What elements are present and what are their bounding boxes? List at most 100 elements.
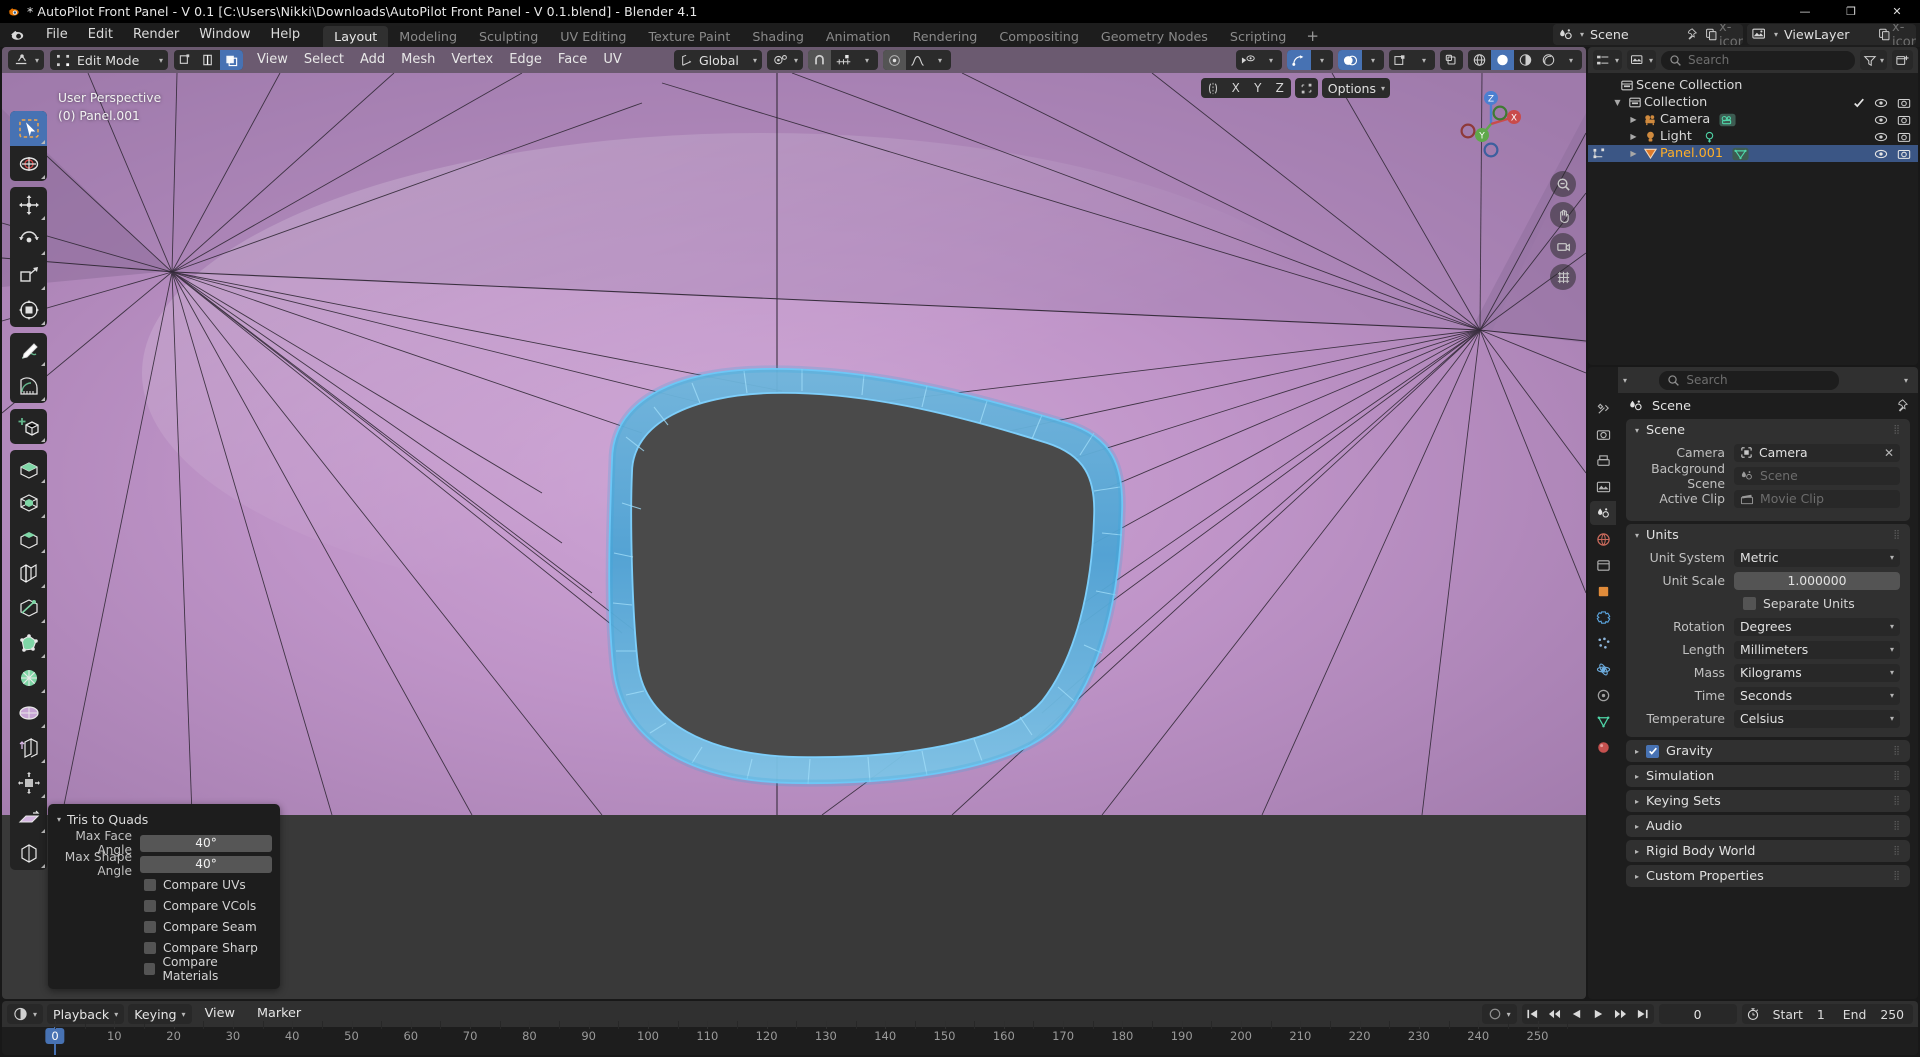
viewport-navigation-gizmo[interactable]: Z X Y	[1454, 87, 1528, 161]
toggle-xray-icon[interactable]	[1389, 50, 1413, 70]
shear-tool-icon[interactable]	[10, 800, 47, 835]
mirror-z-button[interactable]: Z	[1269, 78, 1291, 98]
tab-physics-properties[interactable]	[1590, 657, 1616, 681]
falloff-curve-icon[interactable]	[906, 50, 929, 70]
measure-tool-icon[interactable]	[10, 368, 47, 403]
timeline-scrubbing-area[interactable]: 0 10 20 30 40 50 60 70 80 90 100 110 120 130 140 150 160…	[2, 1027, 1918, 1055]
rotate-tool-icon[interactable]	[10, 222, 47, 257]
outliner-row-panel001[interactable]: ▶ Panel.001	[1588, 145, 1918, 162]
light-data-icon[interactable]	[1701, 130, 1718, 144]
unlink-scene-icon[interactable]: x-icon	[1719, 24, 1743, 45]
gravity-checkbox[interactable]	[1646, 744, 1660, 758]
hide-eye-icon[interactable]	[1874, 114, 1888, 126]
vertex-select-mode-icon[interactable]	[174, 50, 197, 70]
exclude-checkbox[interactable]	[1853, 97, 1865, 109]
face-select-mode-icon[interactable]	[220, 50, 244, 70]
tab-object-data-properties[interactable]	[1590, 709, 1616, 733]
max-face-angle-input[interactable]: 40°	[140, 834, 272, 852]
auto-merge-icon[interactable]	[1295, 78, 1318, 98]
camera-data-icon[interactable]	[1719, 113, 1736, 127]
wireframe-shading-icon[interactable]	[1468, 50, 1491, 70]
pan-hand-icon[interactable]	[1550, 202, 1576, 228]
compare-materials-checkbox[interactable]	[144, 963, 156, 975]
snap-magnet-icon[interactable]	[808, 50, 832, 70]
object-visibility-icon[interactable]	[1236, 50, 1260, 70]
dropdown-length[interactable]: Millimeters ▾	[1734, 640, 1900, 659]
knife-tool-icon[interactable]	[10, 590, 47, 625]
menu-window[interactable]: Window	[189, 23, 260, 47]
viewport-menu-uv[interactable]: UV	[595, 47, 629, 73]
viewport-menu-edge[interactable]: Edge	[501, 47, 550, 73]
minimize-button[interactable]: —	[1782, 0, 1828, 23]
disable-in-renders-icon[interactable]	[1897, 148, 1911, 160]
viewport-menu-select[interactable]: Select	[296, 47, 352, 73]
dropdown-temperature[interactable]: Celsius ▾	[1734, 709, 1900, 728]
snap-to-selector[interactable]	[831, 50, 856, 70]
tab-render-properties[interactable]	[1590, 423, 1616, 447]
new-collection-button[interactable]	[1892, 50, 1913, 70]
panel-audio[interactable]: ▸ Audio ⣿	[1626, 815, 1910, 837]
extrude-region-tool-icon[interactable]	[10, 450, 47, 485]
tab-sculpting[interactable]: Sculpting	[468, 26, 549, 47]
hide-eye-icon[interactable]	[1874, 131, 1888, 143]
tab-view-layer-properties[interactable]	[1590, 475, 1616, 499]
bevel-tool-icon[interactable]	[10, 520, 47, 555]
edge-select-mode-icon[interactable]	[197, 50, 220, 70]
inset-faces-tool-icon[interactable]	[10, 485, 47, 520]
tab-animation[interactable]: Animation	[815, 26, 902, 47]
add-workspace-button[interactable]: +	[1297, 26, 1328, 47]
tweak-tool-icon[interactable]	[10, 111, 47, 146]
material-preview-shading-icon[interactable]	[1514, 50, 1537, 70]
clear-camera-icon[interactable]: ✕	[1884, 446, 1894, 460]
loop-cut-tool-icon[interactable]	[10, 555, 47, 590]
mirror-y-button[interactable]: Y	[1247, 78, 1269, 98]
scene-selector[interactable]: ▾ Scene x-icon	[1552, 24, 1743, 45]
compare-vcols-checkbox[interactable]	[144, 900, 156, 912]
viewport-menu-view[interactable]: View	[249, 47, 296, 73]
tab-layout[interactable]: Layout	[323, 26, 389, 47]
close-button[interactable]: ✕	[1874, 0, 1920, 23]
properties-editor-type-icon[interactable]: ▾	[1623, 376, 1627, 385]
transform-orientation-selector[interactable]: Global ▾	[674, 50, 762, 70]
viewport-menu-mesh[interactable]: Mesh	[393, 47, 443, 73]
outliner-search-input[interactable]: Search	[1661, 50, 1855, 70]
edge-slide-tool-icon[interactable]	[10, 730, 47, 765]
separate-units-checkbox[interactable]	[1743, 597, 1756, 610]
viewport-menu-face[interactable]: Face	[550, 47, 595, 73]
poly-build-tool-icon[interactable]	[10, 625, 47, 660]
proportional-editing-icon[interactable]	[883, 50, 907, 70]
cursor-tool-icon[interactable]	[10, 146, 47, 181]
tab-scene-properties[interactable]	[1590, 501, 1616, 525]
camera-view-icon[interactable]	[1550, 233, 1576, 259]
tab-material-properties[interactable]	[1590, 735, 1616, 759]
tab-shading[interactable]: Shading	[741, 26, 815, 47]
outliner-row-light[interactable]: ▶ Light	[1588, 128, 1918, 145]
hide-eye-icon[interactable]	[1874, 148, 1888, 160]
tab-compositing[interactable]: Compositing	[988, 26, 1090, 47]
chevron-down-icon[interactable]: ▼	[1610, 98, 1625, 107]
tab-object-properties[interactable]	[1590, 579, 1616, 603]
pin-icon[interactable]	[1680, 24, 1701, 45]
snapping-pivot-selector[interactable]: ▾	[767, 50, 804, 70]
compare-uvs-row[interactable]: Compare UVs	[144, 876, 272, 894]
tab-modifier-properties[interactable]	[1590, 605, 1616, 629]
compare-seam-checkbox[interactable]	[144, 921, 156, 933]
chevron-down-icon[interactable]: ▾	[856, 50, 878, 70]
panel-scene-header[interactable]: ▾ Scene ⣿	[1626, 419, 1910, 441]
dropdown-mass[interactable]: Kilograms ▾	[1734, 663, 1900, 682]
rendered-shading-icon[interactable]	[1537, 50, 1560, 70]
tab-world-properties[interactable]	[1590, 527, 1616, 551]
compare-seam-row[interactable]: Compare Seam	[144, 918, 272, 936]
outliner-row-scene-collection[interactable]: Scene Collection	[1588, 77, 1918, 94]
smooth-tool-icon[interactable]	[10, 695, 47, 730]
chevron-down-icon[interactable]: ▾	[1560, 50, 1582, 70]
viewport-menu-add[interactable]: Add	[352, 47, 393, 73]
field-background-scene[interactable]: Scene	[1734, 466, 1900, 485]
viewport-menu-vertex[interactable]: Vertex	[443, 47, 501, 73]
menu-file[interactable]: File	[36, 23, 78, 47]
hide-eye-icon[interactable]	[1874, 97, 1888, 109]
panel-units-header[interactable]: ▾ Units ⣿	[1626, 524, 1910, 546]
show-gizmo-icon[interactable]	[1287, 50, 1311, 70]
chevron-right-icon[interactable]: ▶	[1626, 115, 1641, 124]
transform-tool-icon[interactable]	[10, 292, 47, 327]
